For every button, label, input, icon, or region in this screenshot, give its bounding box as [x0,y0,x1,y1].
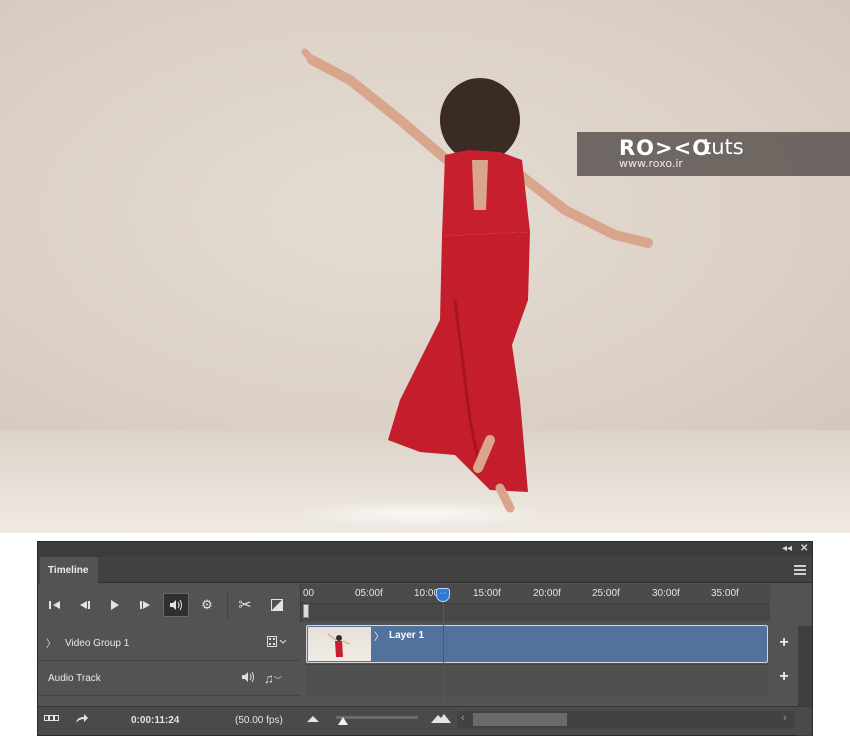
scroll-right-icon[interactable]: › [783,712,787,724]
zoom-slider-knob[interactable] [338,717,348,725]
transition-icon [271,599,283,611]
current-time-display[interactable]: 0:00:11:24 [131,715,179,726]
watermark-banner: RO><O tuts www.roxo.ir [577,132,850,176]
ruler-tick: 15:00f [473,588,501,599]
transport-controls: ⚙ ✂ [38,584,300,626]
transition-button[interactable] [264,593,290,617]
render-video-icon[interactable] [44,714,60,727]
panel-tab-row: Timeline [38,557,812,583]
audio-track-lane[interactable] [306,664,768,696]
previous-frame-button[interactable] [72,593,98,617]
track-headers: 〉 Video Group 1 Audio Track ♫﹀ [38,626,300,696]
double-chevron-left-icon[interactable]: ◂◂ [782,543,792,555]
clip-thumbnail [308,627,371,661]
small-mountain-icon[interactable] [307,714,319,725]
ruler-tick: 00 [303,588,315,599]
previous-frame-icon [80,601,90,609]
work-area-bar[interactable] [301,603,771,620]
ruler-tick: 20:00f [533,588,561,599]
ruler-tick: 05:00f [355,588,383,599]
close-icon[interactable]: ✕ [800,543,808,555]
horizontal-scrollbar[interactable]: ‹ › [457,711,795,728]
speaker-icon [170,599,182,611]
work-area-start-handle[interactable] [303,604,309,618]
timeline-panel: ◂◂ ✕ Timeline ⚙ ✂ 00 05:00f 10:00f 15:00… [37,541,813,736]
split-at-playhead-button[interactable]: ✂ [232,593,258,617]
playhead-line [443,602,444,703]
expand-chevron-icon[interactable]: 〉 [46,635,56,650]
track-header-audio[interactable]: Audio Track ♫﹀ [38,661,300,696]
tab-timeline[interactable]: Timeline [40,557,98,583]
scroll-left-icon[interactable]: ‹ [461,712,465,724]
next-frame-icon [140,601,150,609]
playback-settings-button[interactable]: ⚙ [194,593,220,617]
play-button[interactable] [102,593,128,617]
add-media-column: + + [770,626,798,696]
add-media-video-button[interactable]: + [776,634,792,652]
video-preview: RO><O tuts www.roxo.ir [0,0,850,533]
ruler-tick: 30:00f [652,588,680,599]
scrollbar-thumb[interactable] [473,713,567,726]
time-ruler[interactable]: 00 05:00f 10:00f 15:00f 20:00f 25:00f 30… [300,584,771,622]
video-clip-layer-1[interactable]: 〉 Layer 1 [306,625,768,663]
add-media-audio-button[interactable]: + [776,668,792,686]
clip-name: Layer 1 [389,630,425,641]
mute-audio-button[interactable] [163,593,189,617]
track-name: Audio Track [48,673,101,684]
divider [227,590,228,620]
large-mountain-icon[interactable] [431,713,451,726]
timeline-footer: 0:00:11:24 (50.00 fps) ‹ › [38,706,812,735]
track-name: Video Group 1 [65,638,130,649]
film-strip-icon[interactable] [267,636,287,650]
panel-menu-icon[interactable] [794,565,806,575]
ruler-tick: 35:00f [711,588,739,599]
track-header-video-group[interactable]: 〉 Video Group 1 [38,626,300,661]
play-icon [111,600,119,610]
convert-arrow-icon[interactable] [75,712,89,727]
scissors-icon: ✂ [238,597,252,614]
ruler-spacer [770,584,812,622]
ruler-tick: 25:00f [592,588,620,599]
speaker-icon[interactable] [241,671,255,686]
playhead-handle[interactable]: ··· [436,588,450,602]
music-note-icon[interactable]: ♫﹀ [264,671,282,686]
zoom-slider-track[interactable] [336,716,418,719]
clip-expand-chevron-icon[interactable]: 〉 [374,628,384,643]
watermark-suffix: tuts [703,135,744,159]
watermark-url: www.roxo.ir [619,157,683,170]
panel-title-bar: ◂◂ ✕ [38,542,812,557]
frame-rate-display: (50.00 fps) [235,715,283,726]
dancer-illustration [301,48,653,513]
gear-icon: ⚙ [201,597,213,612]
go-to-first-frame-button[interactable] [42,593,68,617]
first-frame-icon [49,601,60,609]
tracks-area: 〉 Layer 1 [306,625,770,696]
next-frame-button[interactable] [132,593,158,617]
